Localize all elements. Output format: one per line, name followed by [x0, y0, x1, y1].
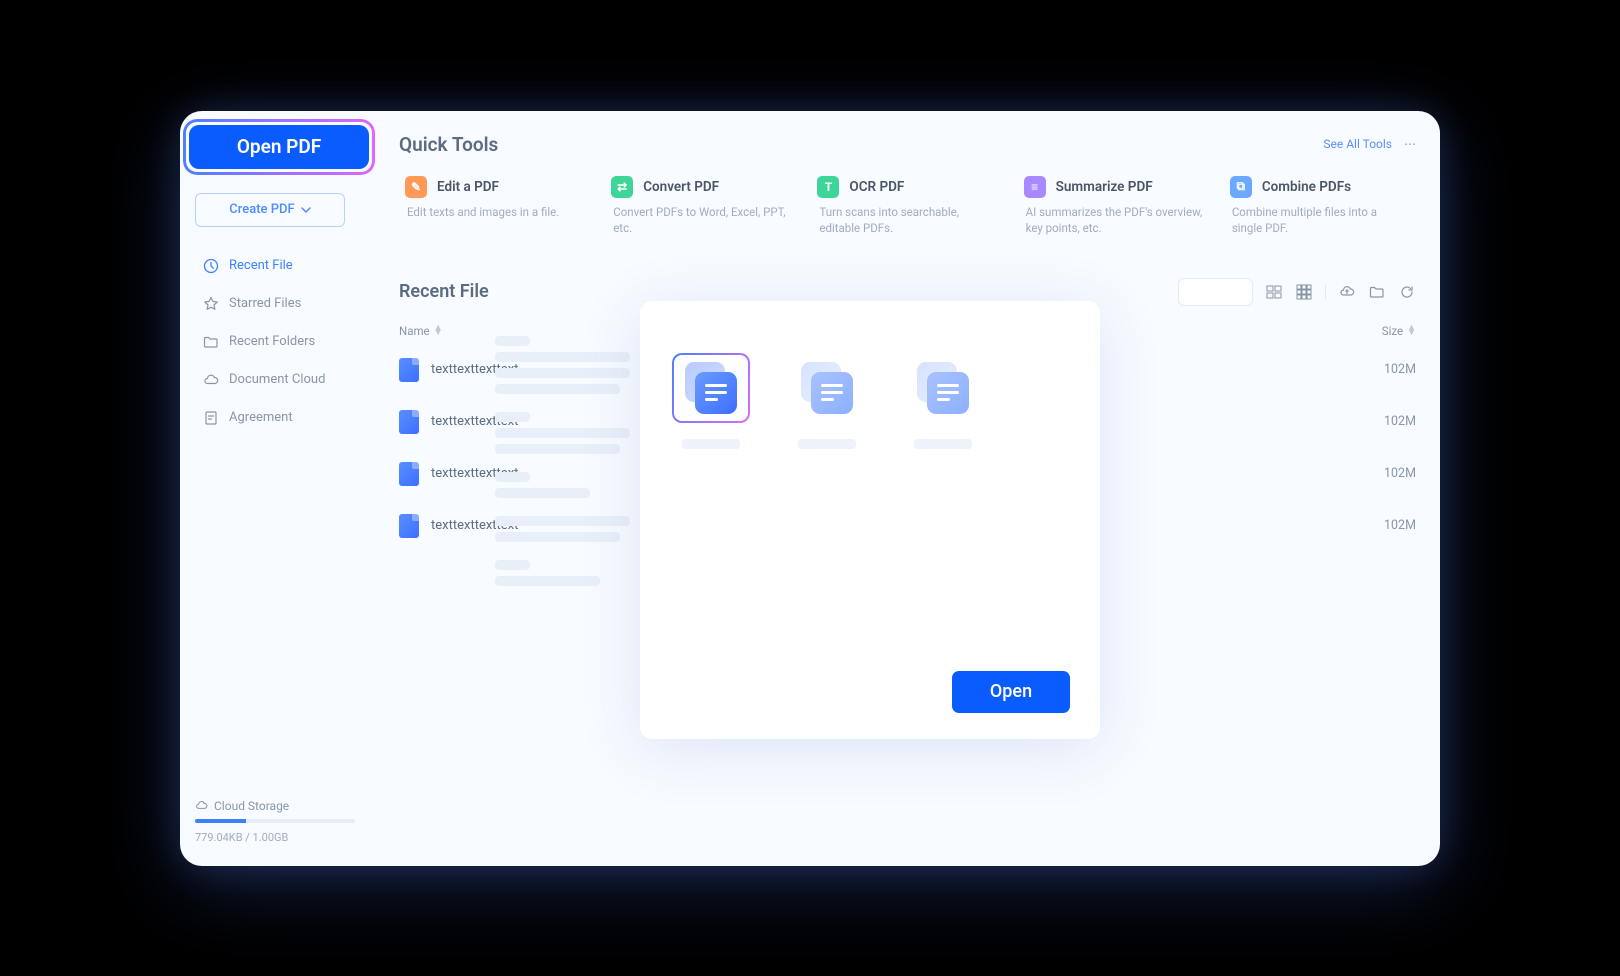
refresh-icon[interactable]	[1398, 283, 1416, 301]
pdf-file-icon	[399, 514, 419, 538]
recent-controls	[1178, 278, 1416, 306]
modal-file-item[interactable]	[904, 353, 982, 449]
file-size: 102M	[1336, 362, 1416, 377]
tool-combine-pdfs[interactable]: ⧉ Combine PDFs Combine multiple files int…	[1224, 174, 1416, 246]
see-all-tools-area: See All Tools ⋯	[1323, 137, 1416, 151]
modal-file-item[interactable]	[788, 353, 866, 449]
cloud-storage-bar-fill	[195, 819, 246, 823]
file-size: 102M	[1336, 518, 1416, 533]
nav-label: Starred Files	[229, 296, 301, 311]
tools-row: ✎ Edit a PDF Edit texts and images in a f…	[399, 174, 1416, 246]
tool-desc: Edit texts and images in a file.	[405, 204, 585, 220]
ocr-icon: T	[817, 176, 839, 198]
tool-ocr-pdf[interactable]: T OCR PDF Turn scans into searchable, edi…	[811, 174, 1003, 246]
tool-title: OCR PDF	[849, 179, 904, 195]
nav-item-document-cloud[interactable]: Document Cloud	[195, 363, 355, 397]
grid-view-icon[interactable]	[1295, 283, 1313, 301]
sidebar: Open PDF Create PDF Recent File Starred …	[180, 111, 370, 866]
more-icon[interactable]: ⋯	[1404, 137, 1416, 151]
document-icon	[904, 353, 982, 423]
cloud-icon	[203, 372, 219, 388]
col-size-label: Size	[1382, 324, 1403, 338]
file-size: 102M	[1336, 466, 1416, 481]
tool-desc: Combine multiple files into a single PDF…	[1230, 204, 1410, 236]
tool-desc: Convert PDFs to Word, Excel, PPT, etc.	[611, 204, 791, 236]
skeleton-group	[495, 516, 660, 542]
cloud-upload-icon[interactable]	[1338, 283, 1356, 301]
modal-file-grid	[672, 353, 1068, 449]
create-pdf-label: Create PDF	[229, 202, 294, 217]
file-size: 102M	[1336, 414, 1416, 429]
file-label-placeholder	[682, 439, 740, 449]
tool-title: Summarize PDF	[1056, 179, 1153, 195]
folder-icon	[203, 334, 219, 350]
nav-item-agreement[interactable]: Agreement	[195, 401, 355, 435]
nav-label: Recent Folders	[229, 334, 315, 349]
cloud-icon	[195, 799, 208, 812]
cloud-storage-label-row: Cloud Storage	[195, 799, 355, 813]
highlight-ring	[183, 119, 375, 175]
convert-icon: ⇄	[611, 176, 633, 198]
document-icon	[788, 353, 866, 423]
divider	[1325, 284, 1326, 300]
clock-icon	[203, 258, 219, 274]
skeleton-group	[495, 412, 660, 454]
nav-label: Document Cloud	[229, 372, 325, 387]
skeleton-panel	[495, 336, 660, 586]
pdf-file-icon	[399, 410, 419, 434]
search-input[interactable]	[1178, 278, 1253, 306]
tool-desc: AI summarizes the PDF's overview, key po…	[1024, 204, 1204, 236]
folder-open-icon[interactable]	[1368, 283, 1386, 301]
app-window: Open PDF Create PDF Recent File Starred …	[180, 111, 1440, 866]
nav-list: Recent File Starred Files Recent Folders…	[195, 249, 355, 435]
sort-icon: ▲▼	[1407, 326, 1416, 336]
combine-icon: ⧉	[1230, 176, 1252, 198]
nav-label: Recent File	[229, 258, 293, 273]
pencil-icon: ✎	[405, 176, 427, 198]
quick-tools-header: Quick Tools See All Tools ⋯	[399, 133, 1416, 156]
skeleton-group	[495, 472, 660, 498]
document-icon	[672, 353, 750, 423]
nav-item-recent-folders[interactable]: Recent Folders	[195, 325, 355, 359]
list-view-icon[interactable]	[1265, 283, 1283, 301]
tool-title: Edit a PDF	[437, 179, 499, 195]
file-picker-modal: Open	[640, 301, 1100, 739]
create-pdf-button[interactable]: Create PDF	[195, 193, 345, 227]
skeleton-group	[495, 336, 660, 394]
pdf-file-icon	[399, 358, 419, 382]
tool-title: Convert PDF	[643, 179, 719, 195]
modal-file-item[interactable]	[672, 353, 750, 449]
see-all-tools-link[interactable]: See All Tools	[1323, 137, 1392, 151]
quick-tools-title: Quick Tools	[399, 133, 498, 156]
col-size-header[interactable]: Size ▲▼	[1336, 324, 1416, 338]
summarize-icon: ≡	[1024, 176, 1046, 198]
nav-item-starred-files[interactable]: Starred Files	[195, 287, 355, 321]
cloud-storage-label: Cloud Storage	[214, 799, 289, 813]
document-icon	[203, 410, 219, 426]
cloud-storage-usage: 779.04KB / 1.00GB	[195, 831, 355, 844]
tool-desc: Turn scans into searchable, editable PDF…	[817, 204, 997, 236]
col-name-label: Name	[399, 324, 430, 338]
file-label-placeholder	[798, 439, 856, 449]
nav-item-recent-file[interactable]: Recent File	[195, 249, 355, 283]
skeleton-group	[495, 560, 660, 586]
recent-title: Recent File	[399, 281, 489, 302]
nav-label: Agreement	[229, 410, 293, 425]
tool-summarize-pdf[interactable]: ≡ Summarize PDF AI summarizes the PDF's o…	[1018, 174, 1210, 246]
open-button[interactable]: Open	[952, 671, 1070, 713]
cloud-storage-bar	[195, 819, 355, 823]
file-label-placeholder	[914, 439, 972, 449]
sort-icon: ▲▼	[434, 326, 443, 336]
tool-edit-pdf[interactable]: ✎ Edit a PDF Edit texts and images in a f…	[399, 174, 591, 246]
tool-title: Combine PDFs	[1262, 179, 1351, 195]
chevron-down-icon	[301, 205, 311, 215]
cloud-storage-widget: Cloud Storage 779.04KB / 1.00GB	[195, 799, 355, 844]
star-icon	[203, 296, 219, 312]
tool-convert-pdf[interactable]: ⇄ Convert PDF Convert PDFs to Word, Excel…	[605, 174, 797, 246]
open-pdf-button[interactable]: Open PDF	[189, 125, 369, 169]
pdf-file-icon	[399, 462, 419, 486]
